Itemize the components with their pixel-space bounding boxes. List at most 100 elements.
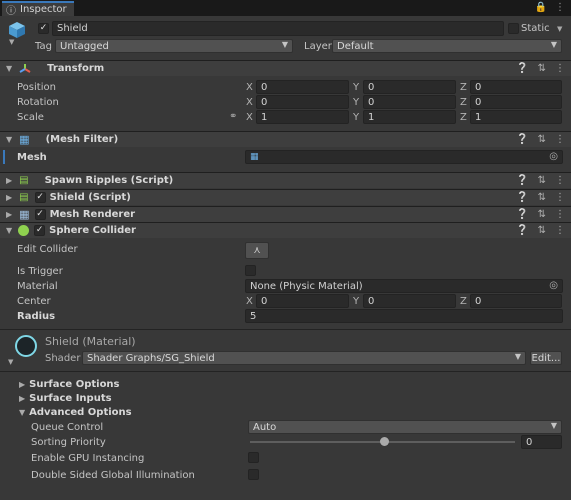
help-icon[interactable]: ❔ xyxy=(516,134,528,145)
link-icon[interactable]: ⚭ xyxy=(229,111,237,122)
mesh-renderer-enabled-checkbox[interactable]: ✓ xyxy=(34,209,46,220)
axis-x-label: X xyxy=(246,82,253,93)
shield-script-enabled-checkbox[interactable]: ✓ xyxy=(34,192,46,203)
menu-icon[interactable]: ⋮ xyxy=(555,192,565,203)
menu-icon[interactable]: ⋮ xyxy=(555,175,565,186)
chevron-down-icon: ▼ xyxy=(281,40,288,49)
sorting-priority-field[interactable]: 0 xyxy=(521,435,562,449)
sorting-priority-label: Sorting Priority xyxy=(31,437,106,448)
center-y-field[interactable]: 0 xyxy=(363,294,456,308)
tag-dropdown[interactable]: Untagged ▼ xyxy=(55,39,293,53)
transform-title: Transform xyxy=(47,63,105,74)
tab-controls: 🔒 ⋮ xyxy=(535,2,565,13)
surface-options-foldout[interactable]: ▶ Surface Options xyxy=(19,379,120,390)
object-picker-icon[interactable]: ◎ xyxy=(549,280,558,291)
spawn-ripples-header[interactable]: ▶ ▤ Spawn Ripples (Script) ❔ ⇅ ⋮ xyxy=(0,172,571,188)
edit-shader-button[interactable]: Edit... xyxy=(530,351,562,365)
transform-header[interactable]: ▼ Transform ❔ ⇅ ⋮ xyxy=(0,60,571,76)
foldout-collapsed-icon: ▶ xyxy=(6,193,13,202)
help-icon[interactable]: ❔ xyxy=(516,209,528,220)
mesh-object-field[interactable]: ▦ ◎ xyxy=(245,150,563,164)
presets-icon[interactable]: ⇅ xyxy=(538,175,546,186)
center-label: Center xyxy=(17,296,51,307)
axis-y-label: Y xyxy=(353,97,360,108)
material-title: Shield (Material) xyxy=(45,335,136,348)
scale-y-field[interactable]: 1 xyxy=(363,110,456,124)
position-z-field[interactable]: 0 xyxy=(470,80,562,94)
surface-inputs-foldout[interactable]: ▶ Surface Inputs xyxy=(19,393,112,404)
queue-control-label: Queue Control xyxy=(31,422,104,433)
menu-icon[interactable]: ⋮ xyxy=(555,134,565,145)
game-object-icon xyxy=(7,20,27,40)
tab-inspector[interactable]: ⓘ Inspector xyxy=(2,1,74,17)
foldout-expanded-icon: ▼ xyxy=(6,135,13,144)
static-checkbox[interactable] xyxy=(508,23,519,34)
slider-knob[interactable] xyxy=(380,437,389,446)
edit-collider-label: Edit Collider xyxy=(17,244,78,255)
scale-label: Scale xyxy=(17,112,44,123)
scale-z-field[interactable]: 1 xyxy=(470,110,562,124)
game-object-menu-icon[interactable]: ▼ xyxy=(9,38,14,46)
rotation-y-field[interactable]: 0 xyxy=(363,95,456,109)
sorting-priority-slider[interactable] xyxy=(250,436,515,448)
queue-control-dropdown[interactable]: Auto ▼ xyxy=(248,420,562,434)
position-x-field[interactable]: 0 xyxy=(256,80,349,94)
presets-icon[interactable]: ⇅ xyxy=(538,63,546,74)
presets-icon[interactable]: ⇅ xyxy=(538,192,546,203)
object-name-field[interactable]: Shield xyxy=(52,21,504,36)
radius-field[interactable]: 5 xyxy=(245,309,563,323)
center-x-field[interactable]: 0 xyxy=(256,294,349,308)
scale-x-field[interactable]: 1 xyxy=(256,110,349,124)
mesh-renderer-header[interactable]: ▶ ▦ ✓ Mesh Renderer ❔ ⇅ ⋮ xyxy=(0,206,571,222)
mesh-filter-header[interactable]: ▼ ▦ (Mesh Filter) ❔ ⇅ ⋮ xyxy=(0,131,571,147)
double-sided-gi-checkbox[interactable] xyxy=(248,469,259,480)
position-y-field[interactable]: 0 xyxy=(363,80,456,94)
menu-icon[interactable]: ⋮ xyxy=(555,63,565,74)
help-icon[interactable]: ❔ xyxy=(516,63,528,74)
shield-script-header[interactable]: ▶ ▤ ✓ Shield (Script) ❔ ⇅ ⋮ xyxy=(0,189,571,205)
axis-y-label: Y xyxy=(353,82,360,93)
rotation-x-field[interactable]: 0 xyxy=(256,95,349,109)
gpu-instancing-checkbox[interactable] xyxy=(248,452,259,463)
menu-icon[interactable]: ⋮ xyxy=(555,209,565,220)
menu-icon[interactable]: ⋮ xyxy=(555,225,565,236)
presets-icon[interactable]: ⇅ xyxy=(538,134,546,145)
mesh-filter-title: (Mesh Filter) xyxy=(45,134,119,145)
gpu-instancing-label: Enable GPU Instancing xyxy=(31,453,145,464)
edit-collider-icon: ⋏ xyxy=(253,245,261,256)
sphere-collider-icon xyxy=(18,225,30,236)
rotation-z-field[interactable]: 0 xyxy=(470,95,562,109)
advanced-options-foldout[interactable]: ▼ Advanced Options xyxy=(19,407,132,418)
sphere-collider-enabled-checkbox[interactable]: ✓ xyxy=(34,225,46,236)
edit-collider-button[interactable]: ⋏ xyxy=(245,242,269,259)
mesh-filter-header-icons: ❔ ⇅ ⋮ xyxy=(516,134,565,145)
shader-dropdown[interactable]: Shader Graphs/SG_Shield ▼ xyxy=(82,351,526,365)
foldout-collapsed-icon: ▶ xyxy=(6,176,13,185)
lock-icon[interactable]: 🔒 xyxy=(535,2,547,13)
presets-icon[interactable]: ⇅ xyxy=(538,225,546,236)
static-dropdown-icon[interactable]: ▼ xyxy=(557,25,562,33)
presets-icon[interactable]: ⇅ xyxy=(538,209,546,220)
surface-inputs-label: Surface Inputs xyxy=(29,393,112,404)
material-separator xyxy=(0,329,571,330)
foldout-collapsed-icon: ▶ xyxy=(19,394,26,403)
physic-material-field[interactable]: None (Physic Material) ◎ xyxy=(245,279,563,293)
mesh-row-highlight xyxy=(3,150,5,164)
layer-dropdown[interactable]: Default ▼ xyxy=(332,39,562,53)
active-checkbox[interactable]: ✓ xyxy=(38,23,49,34)
is-trigger-checkbox[interactable] xyxy=(245,265,256,276)
material-menu-icon[interactable]: ▼ xyxy=(8,358,13,366)
shield-script-title: Shield (Script) xyxy=(49,192,131,203)
help-icon[interactable]: ❔ xyxy=(516,192,528,203)
menu-icon[interactable]: ⋮ xyxy=(555,2,565,13)
axis-y-label: Y xyxy=(353,112,360,123)
mesh-renderer-header-icons: ❔ ⇅ ⋮ xyxy=(516,209,565,220)
center-z-field[interactable]: 0 xyxy=(470,294,562,308)
radius-label: Radius xyxy=(17,311,56,322)
layer-label: Layer xyxy=(304,41,332,52)
help-icon[interactable]: ❔ xyxy=(516,225,528,236)
help-icon[interactable]: ❔ xyxy=(516,175,528,186)
sphere-collider-header[interactable]: ▼ ✓ Sphere Collider ❔ ⇅ ⋮ xyxy=(0,222,571,238)
sphere-collider-header-icons: ❔ ⇅ ⋮ xyxy=(516,225,565,236)
object-picker-icon[interactable]: ◎ xyxy=(549,151,558,162)
